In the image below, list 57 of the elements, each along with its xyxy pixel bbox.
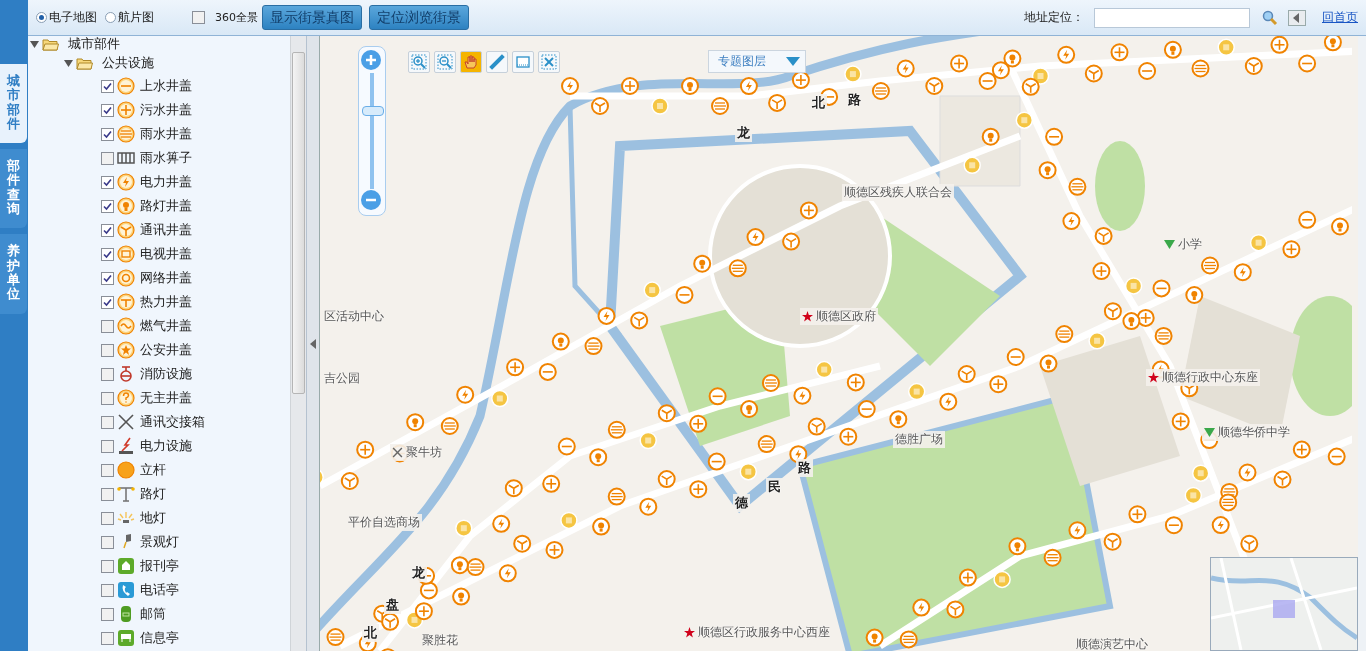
- layer-dropdown[interactable]: 专题图层: [708, 50, 806, 73]
- tree-item-label[interactable]: 电力井盖: [140, 173, 192, 191]
- tree-item-label[interactable]: 燃气井盖: [140, 317, 192, 335]
- tree-item-label[interactable]: 地灯: [140, 509, 166, 527]
- map-label: 顺德演艺中心: [1076, 636, 1148, 651]
- map-label: 盘: [386, 596, 399, 614]
- map-label: 龙: [412, 564, 425, 582]
- tree-item-label[interactable]: 雨水箅子: [140, 149, 192, 167]
- tree-item-label[interactable]: 公安井盖: [140, 341, 192, 359]
- map-label: 顺德区行政服务中心西座: [698, 624, 830, 641]
- map-label: 路: [848, 91, 861, 109]
- tree-item-label[interactable]: 路灯: [140, 485, 166, 503]
- tree-item-label[interactable]: 信息亭: [140, 629, 179, 647]
- tree-item-label[interactable]: 报刊亭: [140, 557, 179, 575]
- map-label: 龙: [737, 124, 750, 142]
- tree-item-label[interactable]: 立杆: [140, 461, 166, 479]
- map-label: 北: [364, 624, 377, 642]
- tree-item-label[interactable]: 污水井盖: [140, 101, 192, 119]
- home-link[interactable]: 回首页: [1322, 9, 1358, 26]
- tree-item-label[interactable]: 城市部件: [68, 36, 120, 53]
- tree-item-label[interactable]: 电视井盖: [140, 245, 192, 263]
- tree-item-label[interactable]: 消防设施: [140, 365, 192, 383]
- side-tab[interactable]: 部件查询: [0, 149, 27, 229]
- tree-item-label[interactable]: 无主井盖: [140, 389, 192, 407]
- map-label: 顺德区残疾人联合会: [844, 184, 952, 201]
- map-label: 民: [768, 478, 781, 496]
- map-label: 吉公园: [324, 370, 360, 387]
- tree-item-label[interactable]: 电力设施: [140, 437, 192, 455]
- map-label: 顺德华侨中学: [1218, 424, 1290, 441]
- radio-label[interactable]: 航片图: [118, 9, 154, 26]
- map-label: 北: [812, 94, 825, 112]
- tree-item-label[interactable]: 上水井盖: [140, 77, 192, 95]
- map-label: 顺德行政中心东座: [1162, 369, 1258, 386]
- tree-item-label[interactable]: 雨水井盖: [140, 125, 192, 143]
- tree-item-label[interactable]: 通讯交接箱: [140, 413, 205, 431]
- map-label: 平价自选商场: [348, 514, 420, 531]
- map-label: 区活动中心: [324, 308, 384, 325]
- side-tab[interactable]: 养护单位: [0, 234, 27, 314]
- tree-item-label[interactable]: 热力井盖: [140, 293, 192, 311]
- radio-label[interactable]: 电子地图: [49, 9, 97, 26]
- tree-item-label[interactable]: 通讯井盖: [140, 221, 192, 239]
- tree-item-label[interactable]: 电话亭: [140, 581, 179, 599]
- tree-item-label[interactable]: 路灯井盖: [140, 197, 192, 215]
- tree-item-label[interactable]: 景观灯: [140, 533, 179, 551]
- checkbox-label: 360全景: [215, 10, 258, 25]
- side-tab[interactable]: 城市部件: [0, 64, 27, 144]
- map-label: 顺德区政府: [816, 308, 876, 325]
- map-label: 德: [735, 494, 748, 512]
- map-label: 聚胜花: [422, 632, 458, 649]
- tree-item-label[interactable]: 公共设施: [102, 54, 154, 72]
- tree-item-label[interactable]: 邮筒: [140, 605, 166, 623]
- tree-item-label[interactable]: 网络井盖: [140, 269, 192, 287]
- map-label: 小学: [1178, 236, 1202, 253]
- map-label: 路: [798, 459, 811, 477]
- map-label: 聚牛坊: [406, 444, 442, 461]
- address-label: 地址定位：: [1024, 9, 1084, 26]
- map-label: 德胜广场: [895, 431, 943, 448]
